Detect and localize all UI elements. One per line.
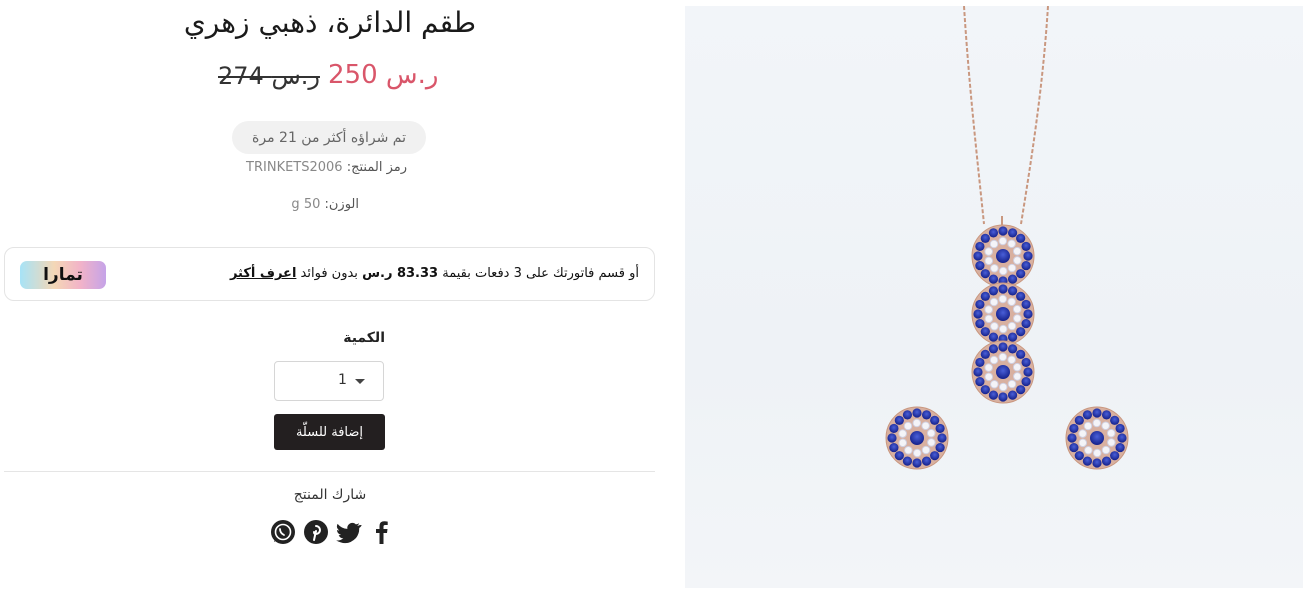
add-to-cart-button[interactable]: إضافة للسلّة (274, 414, 385, 450)
sale-price: 250 ر.س (328, 60, 439, 90)
tamara-logo: تمارا (20, 261, 106, 289)
installments-widget: أو قسم فاتورتك على 3 دفعات بقيمة 83.33 ر… (4, 247, 655, 301)
installment-amount: 83.33 ر.س (362, 266, 439, 281)
product-info-panel: طقم الدائرة، ذهبي زهري 274 ر.س 250 ر.س ت… (0, 0, 660, 588)
jewelry-photo (885, 5, 1129, 470)
old-price: 274 ر.س (218, 62, 320, 90)
whatsapp-icon[interactable] (270, 519, 296, 545)
quantity-label: الكمية (343, 330, 385, 346)
learn-more-link[interactable]: اعرف أكثر (230, 266, 296, 281)
quantity-select[interactable]: 1 (274, 361, 384, 401)
pinterest-icon[interactable] (303, 519, 329, 545)
caret-down-icon (355, 379, 365, 384)
product-image[interactable] (685, 5, 1303, 588)
installments-prefix: أو قسم فاتورتك على 3 دفعات بقيمة (442, 266, 639, 281)
quantity-value: 1 (338, 372, 347, 388)
divider (4, 471, 655, 472)
twitter-icon[interactable] (336, 519, 362, 545)
sku-label: رمز المنتج: (346, 160, 407, 175)
facebook-icon[interactable] (369, 519, 395, 545)
sku-value: TRINKETS2006 (246, 160, 343, 175)
installments-suffix: بدون فوائد (300, 266, 358, 281)
product-title: طقم الدائرة، ذهبي زهري (183, 6, 477, 39)
weight-value: 50 g (291, 197, 321, 212)
installments-text: أو قسم فاتورتك على 3 دفعات بقيمة 83.33 ر… (230, 266, 639, 281)
sold-count-badge: تم شراؤه أكثر من 21 مرة (232, 121, 426, 154)
share-icons (270, 519, 402, 545)
share-label: شارك المنتج (293, 487, 367, 503)
weight-label: الوزن: (324, 197, 360, 212)
